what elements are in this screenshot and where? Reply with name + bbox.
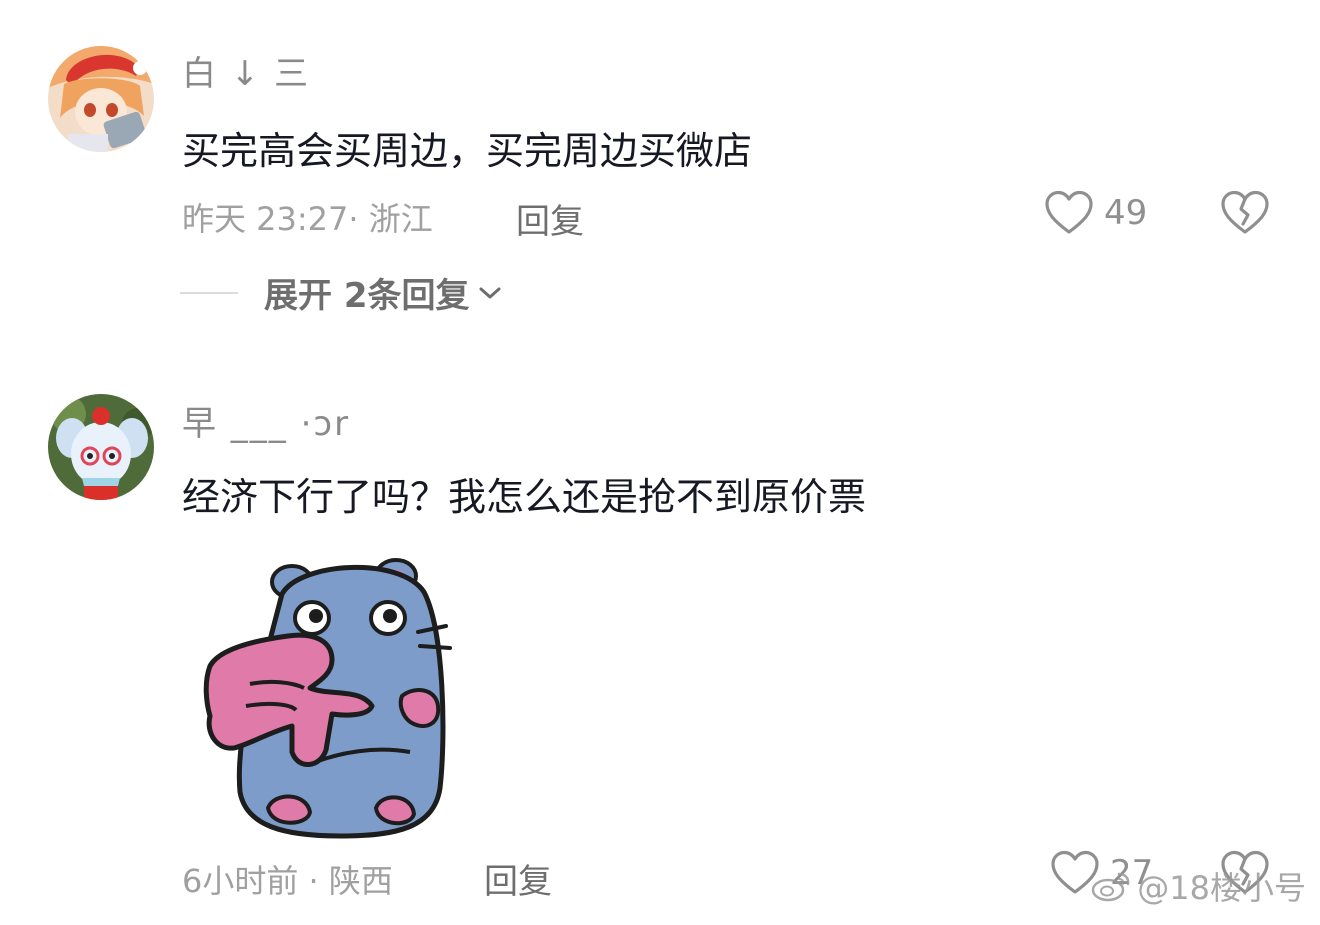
username[interactable]: 白 ↓ 三 bbox=[182, 46, 310, 95]
watermark: @18楼小号 bbox=[1091, 863, 1306, 909]
username[interactable]: 早 ___ ·ɔr bbox=[182, 396, 350, 445]
comment-text: 经济下行了吗？我怎么还是抢不到原价票 bbox=[182, 475, 867, 519]
comment-meta: 6小时前 · 陕西 bbox=[182, 862, 393, 900]
chevron-down-icon bbox=[479, 287, 500, 298]
avatar-image bbox=[48, 46, 154, 152]
avatar-image bbox=[48, 394, 154, 500]
expand-replies-label: 展开 2条回复 bbox=[264, 276, 470, 316]
avatar[interactable] bbox=[48, 46, 154, 152]
expand-replies-button[interactable]: 展开 2条回复 bbox=[180, 268, 504, 317]
comment-text: 买完高会买周边，买完周边买微店 bbox=[182, 129, 753, 173]
hamster-sticker bbox=[200, 556, 460, 846]
like-button[interactable]: 49 bbox=[1044, 190, 1147, 236]
comment-meta: 昨天 23:27· 浙江 bbox=[182, 200, 433, 238]
dislike-button[interactable] bbox=[1220, 190, 1270, 240]
hamster-sticker-image bbox=[203, 558, 452, 839]
broken-heart-icon bbox=[1221, 190, 1269, 234]
like-count: 49 bbox=[1104, 193, 1148, 233]
reply-button[interactable]: 回复 bbox=[516, 194, 584, 243]
heart-outline-icon bbox=[1045, 190, 1093, 234]
weibo-logo-icon bbox=[1092, 872, 1130, 902]
avatar[interactable] bbox=[48, 394, 154, 500]
divider-line bbox=[180, 291, 238, 294]
reply-button[interactable]: 回复 bbox=[484, 854, 552, 903]
watermark-text: @18楼小号 bbox=[1137, 869, 1306, 907]
